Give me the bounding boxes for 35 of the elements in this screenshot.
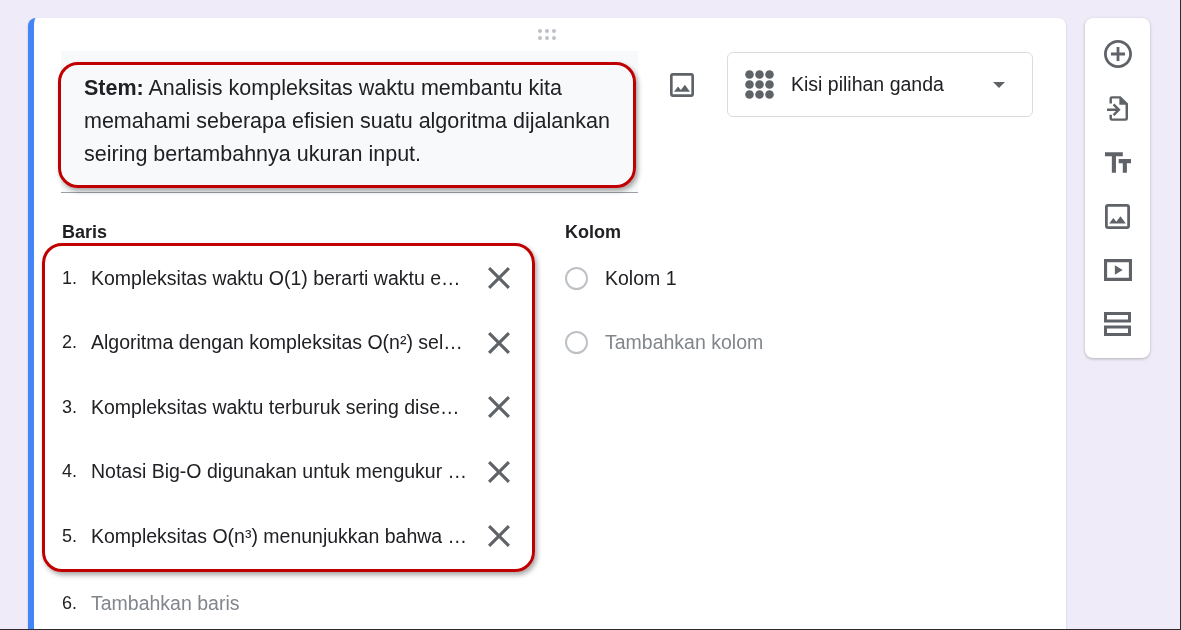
rows-heading: Baris <box>61 222 109 243</box>
close-icon <box>488 460 510 483</box>
row-number: 2. <box>62 332 78 354</box>
text-size-icon <box>1104 151 1131 173</box>
import-file-icon <box>1107 95 1128 121</box>
row-number: 1. <box>62 267 78 289</box>
column-option-text[interactable]: Kolom 1 <box>605 266 677 290</box>
row-number: 5. <box>62 525 78 547</box>
row-option-text[interactable]: Kompleksitas waktu O(1) berarti waktu e… <box>91 266 479 290</box>
caret-icon <box>993 81 1005 88</box>
columns-heading: Kolom <box>564 222 622 243</box>
section-icon <box>1104 312 1131 336</box>
add-column-text[interactable]: Tambahkan kolom <box>605 331 764 355</box>
add-row-text[interactable]: Tambahkan baris <box>91 592 535 615</box>
row-option-text[interactable]: Algoritma dengan kompleksitas O(n²) sel… <box>91 331 479 355</box>
question-field[interactable]: Stem: Analisis kompleksitas waktu membantu kita memahami seberapa efisien suatu algoritma dijalankan seiring bertambahnya ukuran input. <box>61 51 638 193</box>
grid-icon <box>745 70 774 99</box>
video-icon <box>1103 259 1132 281</box>
row-number: 6. <box>62 593 78 614</box>
row-number: 4. <box>62 461 78 483</box>
image-icon <box>1105 203 1130 229</box>
row-option-text[interactable]: Kompleksitas waktu terburuk sering dise… <box>91 395 479 419</box>
close-icon <box>488 525 510 548</box>
question-type-dropdown[interactable]: Kisi pilihan ganda <box>727 52 1033 117</box>
row-option-text[interactable]: Notasi Big-O digunakan untuk mengukur … <box>91 460 479 484</box>
close-icon <box>488 396 510 419</box>
close-icon <box>488 331 510 354</box>
close-icon <box>488 267 510 290</box>
question-text: Stem: Analisis kompleksitas waktu membantu kita memahami seberapa efisien suatu algoritma dijalankan seiring bertambahnya ukuran input. <box>84 75 611 168</box>
row-number: 3. <box>62 396 78 418</box>
image-icon <box>670 73 694 97</box>
row-option-text[interactable]: Kompleksitas O(n³) menunjukkan bahwa … <box>91 524 479 548</box>
radio-icon <box>565 331 588 355</box>
drag-handle-icon[interactable] <box>538 29 556 40</box>
radio-icon <box>565 266 588 290</box>
